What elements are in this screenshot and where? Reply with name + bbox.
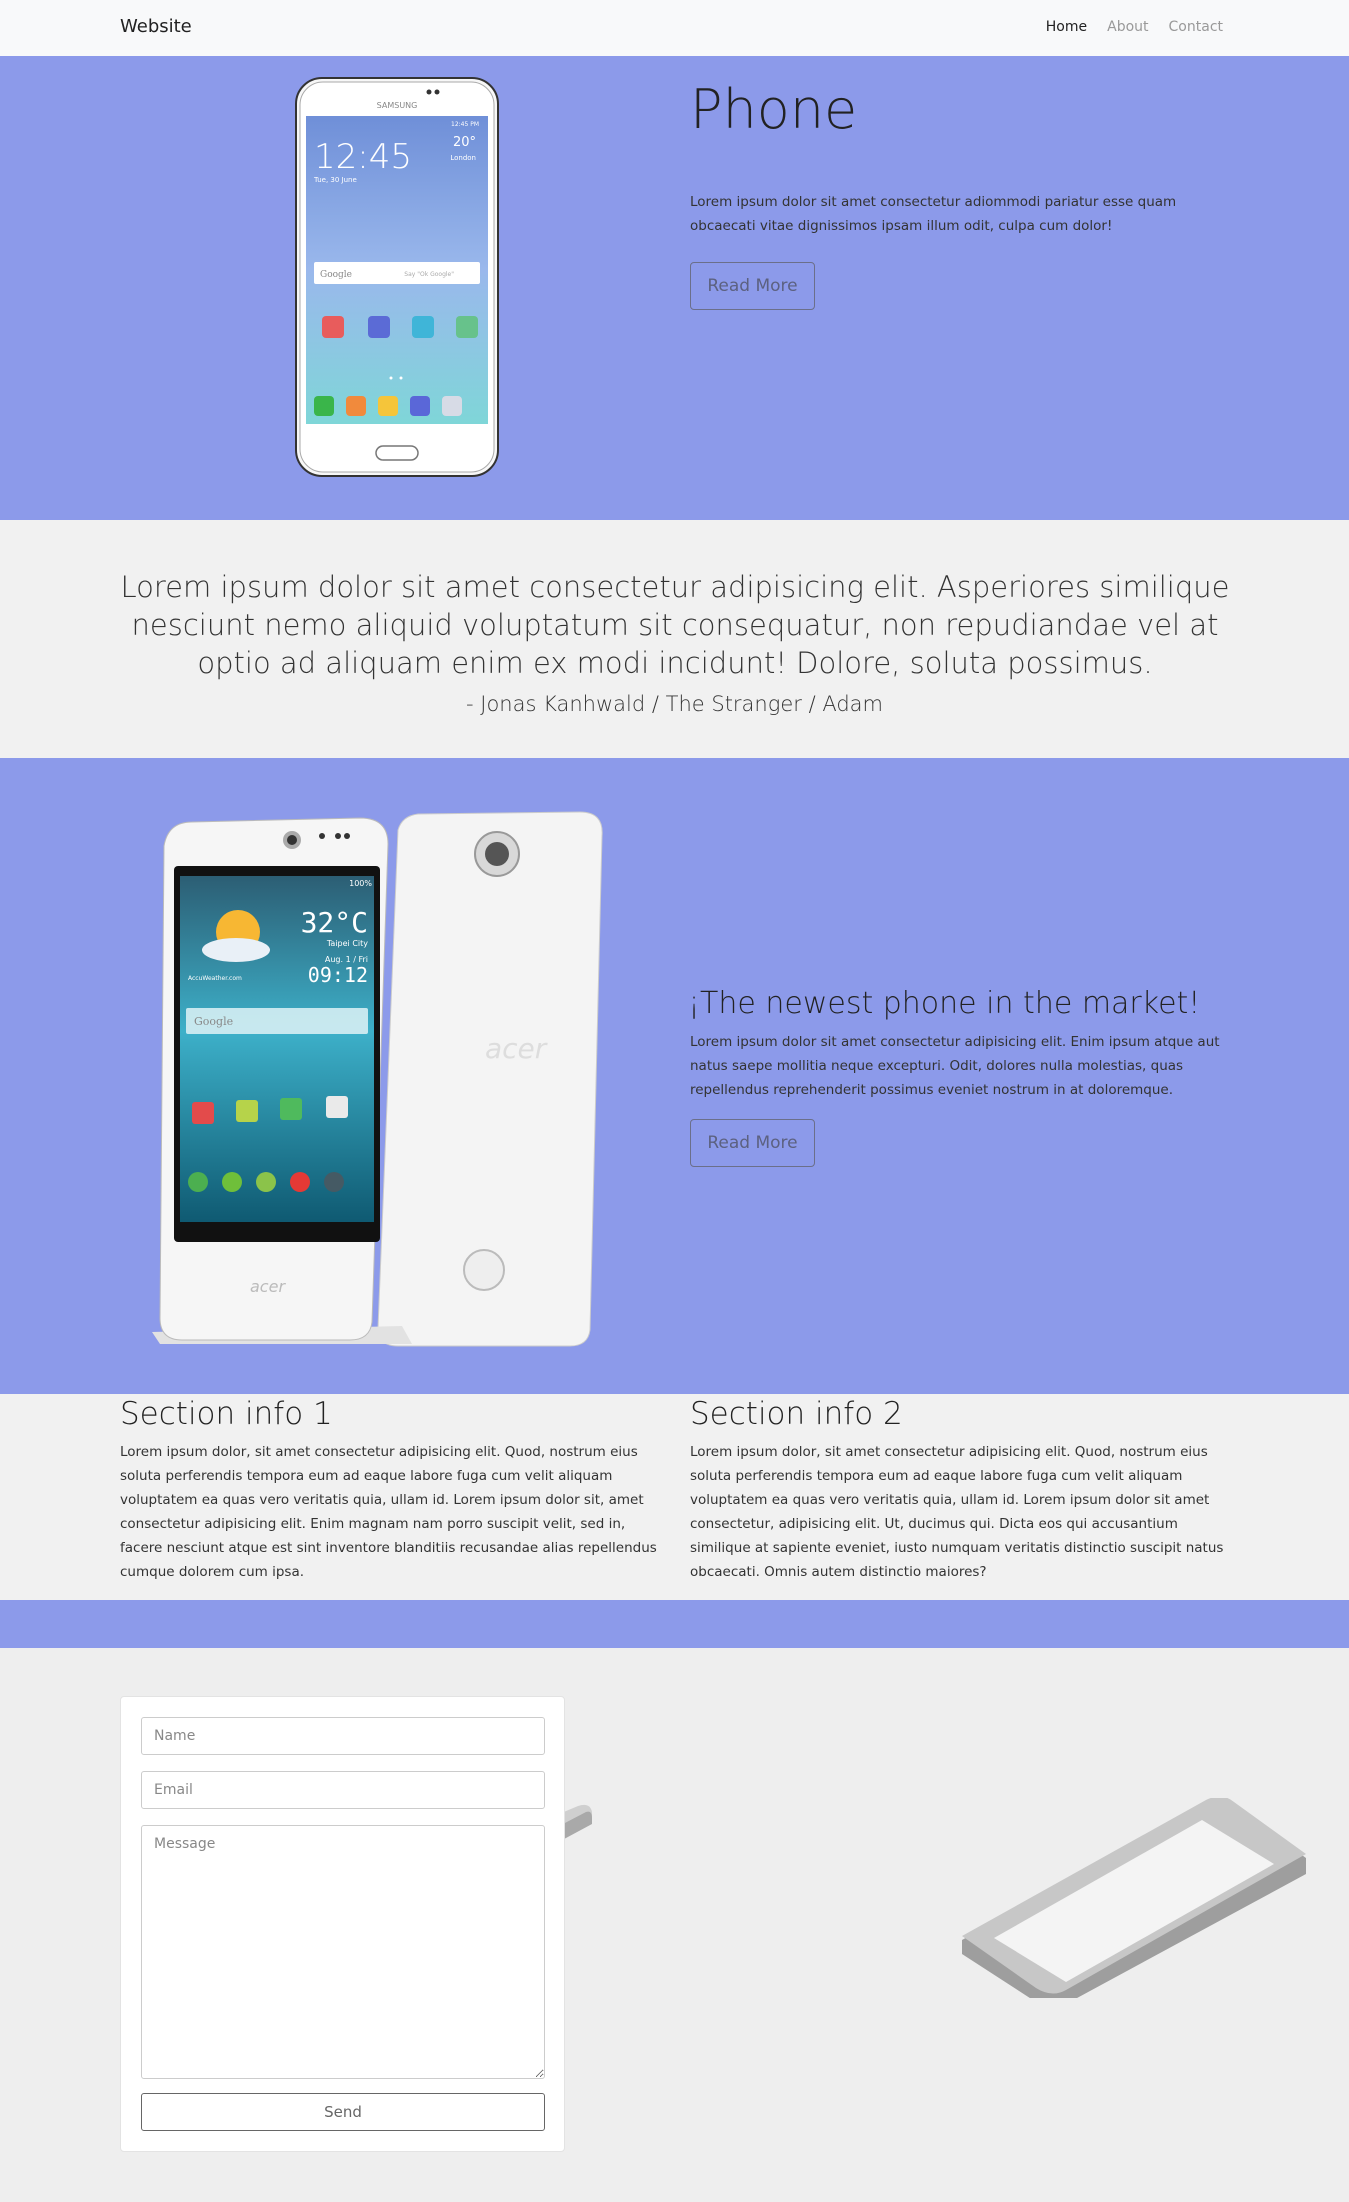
front-phone-brand: acer <box>250 1277 286 1296</box>
send-button[interactable]: Send <box>141 2093 545 2131</box>
hero-text: Lorem ipsum dolor sit amet consectetur a… <box>690 194 1177 234</box>
phone-temperature: 32°C <box>301 906 368 939</box>
svg-text:20°: 20° <box>453 135 476 150</box>
hero-title: Phone <box>690 78 858 141</box>
quote-author: - Jonas Kanhwald / The Stranger / Adam <box>466 692 883 716</box>
nav-link-home[interactable]: Home <box>1046 19 1087 35</box>
svg-text:Google: Google <box>194 1015 233 1028</box>
nav-links: Home About Contact <box>1046 19 1223 35</box>
accent-band <box>0 1600 1349 1648</box>
info-text-2: Lorem ipsum dolor, sit amet consectetur … <box>690 1444 1224 1580</box>
acer-phones-image: acer 100% 32°C Taipei City Aug. 1 / Fri … <box>152 811 603 1347</box>
contact-form: Send <box>120 1696 565 2152</box>
hero-read-more-button[interactable]: Read More <box>690 262 815 310</box>
svg-text:Google: Google <box>320 270 352 280</box>
feature-title: ¡The newest phone in the market! <box>688 986 1201 1021</box>
info-column-2: Section info 2 Lorem ipsum dolor, sit am… <box>690 1394 1235 1584</box>
phone-clock: 12:45 <box>314 137 412 177</box>
navbar: Website Home About Contact <box>0 0 1349 56</box>
feature-section: acer 100% 32°C Taipei City Aug. 1 / Fri … <box>0 758 1349 1394</box>
background-phone-right <box>962 1798 1306 1998</box>
svg-text:Tue, 30 June: Tue, 30 June <box>313 176 357 184</box>
feature-read-more-button[interactable]: Read More <box>690 1119 815 1167</box>
quote-text: Lorem ipsum dolor sit amet consectetur a… <box>120 570 1230 680</box>
info-section: Section info 1 Lorem ipsum dolor, sit am… <box>0 1394 1349 1600</box>
nav-link-contact[interactable]: Contact <box>1169 19 1223 35</box>
info-title-1: Section info 1 <box>120 1396 333 1432</box>
email-input[interactable] <box>141 1771 545 1809</box>
contact-section: Send <box>0 1648 1349 2202</box>
svg-text:Taipei City: Taipei City <box>326 939 368 948</box>
message-textarea[interactable] <box>141 1825 545 2079</box>
svg-text:AccuWeather.com: AccuWeather.com <box>188 975 242 982</box>
phone-brand-text: SAMSUNG <box>377 101 418 110</box>
back-phone-brand: acer <box>485 1032 548 1065</box>
samsung-phone-image: SAMSUNG 12:45 PM 12:45 Tue, 30 June 20° … <box>295 77 499 477</box>
svg-text:09:12: 09:12 <box>308 963 368 987</box>
hero-section: SAMSUNG 12:45 PM 12:45 Tue, 30 June 20° … <box>0 56 1349 520</box>
nav-link-about[interactable]: About <box>1107 19 1148 35</box>
svg-text:London: London <box>450 154 476 162</box>
info-column-1: Section info 1 Lorem ipsum dolor, sit am… <box>120 1394 665 1584</box>
quote-section: Lorem ipsum dolor sit amet consectetur a… <box>0 520 1349 758</box>
info-text-1: Lorem ipsum dolor, sit amet consectetur … <box>120 1444 657 1580</box>
brand-logo[interactable]: Website <box>120 16 192 37</box>
name-input[interactable] <box>141 1717 545 1755</box>
svg-text:12:45 PM: 12:45 PM <box>451 121 479 128</box>
svg-text:Say "Ok Google": Say "Ok Google" <box>404 271 454 278</box>
info-title-2: Section info 2 <box>690 1396 903 1432</box>
feature-text: Lorem ipsum dolor sit amet consectetur a… <box>690 1034 1220 1098</box>
svg-text:100%: 100% <box>349 879 372 888</box>
